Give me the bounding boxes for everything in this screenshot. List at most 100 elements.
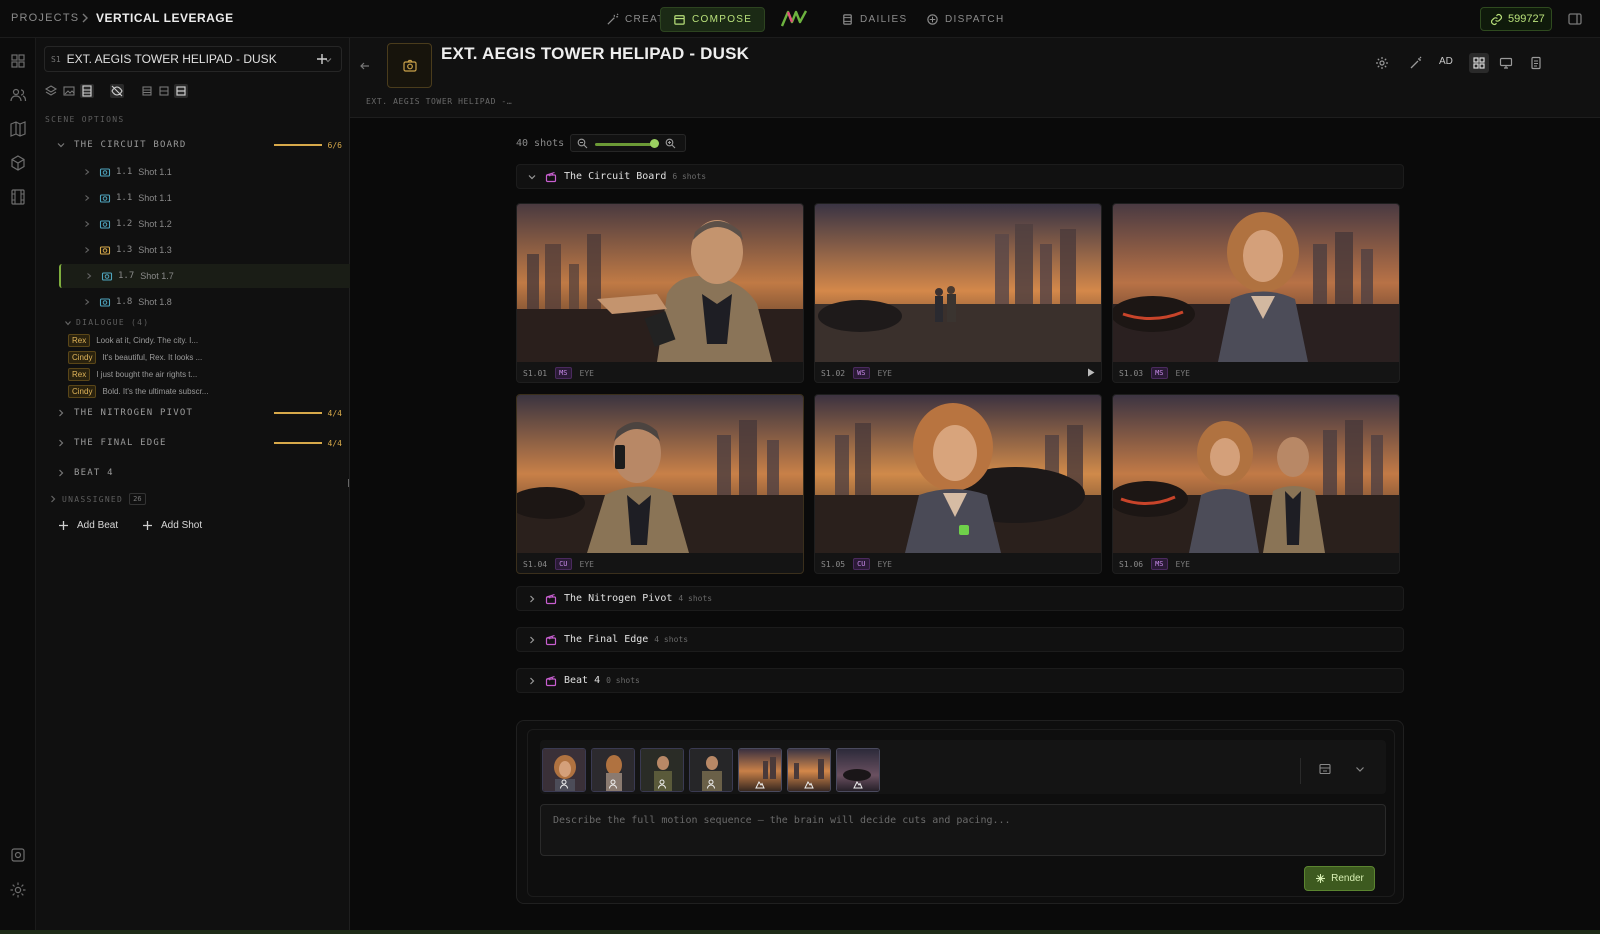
gear-icon[interactable] (9, 881, 27, 899)
zoom-in-icon[interactable] (665, 138, 676, 149)
sidebar-beat-4[interactable]: BEAT 4 (56, 464, 342, 482)
tab-dispatch[interactable]: DISPATCH (914, 7, 1016, 32)
reference-location[interactable] (836, 748, 880, 792)
tab-compose[interactable]: COMPOSE (660, 7, 766, 32)
dialogue-line[interactable]: Rex Look at it, Cindy. The city. I... (68, 333, 198, 347)
shot-id: S1.05 (821, 559, 846, 569)
shot-card-meta: S1.01 MS EYE (517, 362, 803, 382)
map-icon[interactable] (9, 120, 27, 138)
add-scene-icon[interactable] (315, 52, 329, 66)
sidebar-shot[interactable]: 1.1 Shot 1.1 WS (59, 186, 371, 210)
sidebar-shot[interactable]: 1.3 Shot 1.3 CU (59, 238, 371, 262)
cube-icon[interactable] (9, 154, 27, 172)
list-medium-icon[interactable] (157, 84, 171, 98)
zoom-track[interactable] (595, 143, 653, 146)
magic-wand-icon[interactable] (1409, 56, 1423, 70)
film-strip-icon[interactable] (9, 188, 27, 206)
motion-prompt-input[interactable]: Describe the full motion sequence — the … (540, 804, 1386, 856)
shot-type-badge: MS (1151, 558, 1168, 570)
play-icon[interactable] (1087, 368, 1095, 377)
shot-name: Shot 1.1 (138, 167, 172, 177)
shot-card[interactable]: S1.01 MS EYE (516, 203, 804, 383)
beat-row-circuit-board[interactable]: The Circuit Board 6 shots (516, 164, 1404, 189)
eye-off-icon[interactable] (110, 84, 124, 98)
unassigned-group[interactable]: UNASSIGNED 26 (48, 493, 146, 505)
beat-row-nitrogen-pivot[interactable]: The Nitrogen Pivot 4 shots (516, 586, 1404, 611)
monitor-icon[interactable] (1499, 56, 1513, 70)
dialogue-line[interactable]: Cindy It's beautiful, Rex. It looks ... (68, 350, 202, 364)
sidebar-shot-selected[interactable]: 1.7 Shot 1.7 CU (59, 264, 371, 288)
reference-location[interactable] (787, 748, 831, 792)
settings-box-icon[interactable] (9, 846, 27, 864)
sidebar-shot[interactable]: 1.1 Shot 1.1 MS (59, 160, 371, 184)
shot-thumbnail-image (815, 395, 1101, 553)
shot-card-meta: S1.02 WS EYE (815, 362, 1101, 382)
chevron-right-icon (59, 439, 64, 447)
shot-card[interactable]: S1.06 MS EYE (1112, 394, 1400, 574)
shot-card-meta: S1.06 MS EYE (1113, 553, 1399, 573)
beat-progress-bar (273, 412, 322, 414)
sidebar-beat-nitrogen-pivot[interactable]: THE NITROGEN PIVOT 4/4 (56, 404, 342, 422)
film-view-icon[interactable] (80, 84, 94, 98)
chevron-down-icon[interactable] (1353, 762, 1367, 776)
dialogue-line[interactable]: Rex I just bought the air rights t... (68, 367, 197, 381)
grid-view-icon[interactable] (1469, 53, 1489, 73)
render-button[interactable]: Render (1304, 866, 1375, 891)
reference-location[interactable] (738, 748, 782, 792)
sidebar-beat-circuit-board[interactable]: THE CIRCUIT BOARD 6/6 (56, 136, 342, 154)
unassigned-count: 26 (129, 493, 146, 505)
beat-count: 4/4 (327, 408, 342, 418)
users-icon[interactable] (9, 86, 27, 104)
sidebar-shot[interactable]: 1.2 Shot 1.2 MS (59, 212, 371, 236)
sidebar-shot[interactable]: 1.8 Shot 1.8 MS (59, 290, 371, 314)
zoom-slider[interactable] (570, 134, 686, 152)
zoom-knob[interactable] (650, 139, 659, 148)
document-icon[interactable] (1529, 56, 1543, 70)
image-icon[interactable] (62, 84, 76, 98)
ad-toggle[interactable]: AD (1439, 56, 1453, 67)
add-shot-button[interactable]: Add Shot (142, 520, 202, 531)
dialogue-text: It's beautiful, Rex. It looks ... (102, 352, 203, 362)
shot-card[interactable]: S1.05 CU EYE (814, 394, 1102, 574)
shot-card[interactable]: S1.04 CU EYE (516, 394, 804, 574)
beat-progress-bar (273, 442, 322, 444)
top-bar: PROJECTS VERTICAL LEVERAGE CREATE COMPOS… (0, 0, 1600, 38)
beat-row-4[interactable]: Beat 4 0 shots (516, 668, 1404, 693)
breadcrumb-projects[interactable]: PROJECTS (11, 12, 79, 24)
tab-dailies[interactable]: DAILIES (829, 7, 919, 32)
main-area: EXT. AEGIS TOWER HELIPAD - DUSK EXT. AEG… (350, 38, 1600, 934)
list-compact-icon[interactable] (140, 84, 154, 98)
shot-card[interactable]: S1.03 MS EYE (1112, 203, 1400, 383)
reference-character[interactable] (591, 748, 635, 792)
credits-badge[interactable]: 599727 (1480, 7, 1552, 31)
beat-progress-bar (273, 144, 322, 146)
panel-toggle-icon[interactable] (1567, 11, 1583, 27)
reference-character[interactable] (542, 748, 586, 792)
page-title: EXT. AEGIS TOWER HELIPAD - DUSK (441, 44, 750, 63)
storyboard-icon[interactable] (1318, 762, 1332, 776)
shot-card[interactable]: S1.02 WS EYE (814, 203, 1102, 383)
clapperboard-icon (545, 593, 557, 604)
scene-selector[interactable]: S1 EXT. AEGIS TOWER HELIPAD - DUSK (44, 46, 342, 72)
av-logo-icon[interactable] (781, 10, 807, 27)
list-large-icon[interactable] (174, 84, 188, 98)
add-beat-button[interactable]: Add Beat (58, 520, 118, 531)
reference-character[interactable] (689, 748, 733, 792)
link-icon (1490, 13, 1503, 25)
person-icon (707, 779, 715, 789)
beat-row-final-edge[interactable]: The Final Edge 4 shots (516, 627, 1404, 652)
reference-character[interactable] (640, 748, 684, 792)
breadcrumb-project[interactable]: VERTICAL LEVERAGE (96, 11, 234, 25)
layers-icon[interactable] (44, 84, 58, 98)
grid-icon[interactable] (9, 52, 27, 70)
dialogue-line[interactable]: Cindy Bold. It's the ultimate subscr... (68, 384, 208, 398)
dialogue-header[interactable]: DIALOGUE (4) (64, 318, 149, 327)
sidebar-beat-final-edge[interactable]: THE FINAL EDGE 4/4 (56, 434, 342, 452)
scene-thumbnail[interactable] (387, 43, 432, 88)
person-icon (560, 779, 568, 789)
zoom-out-icon[interactable] (577, 138, 588, 149)
arrow-left-icon[interactable] (358, 59, 372, 73)
scene-sidebar: S1 EXT. AEGIS TOWER HELIPAD - DUSK SCENE… (36, 38, 371, 934)
shot-card-meta: S1.03 MS EYE (1113, 362, 1399, 382)
gear-icon[interactable] (1375, 56, 1389, 70)
